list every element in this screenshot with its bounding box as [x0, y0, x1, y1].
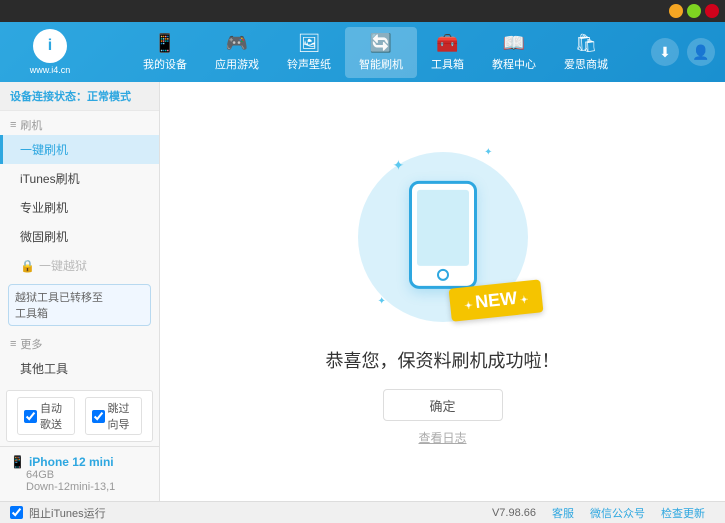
nav-smart-flash[interactable]: 🔄 智能刷机 — [345, 27, 417, 78]
phone-shape — [409, 181, 477, 289]
skip-wizard-checkbox[interactable]: 跳过向导 — [85, 397, 143, 435]
nav-ringtone-label: 铃声壁纸 — [287, 56, 331, 72]
phone-screen — [417, 190, 469, 266]
confirm-button[interactable]: 确定 — [383, 389, 503, 421]
itunes-flash-label: iTunes刷机 — [20, 170, 80, 187]
block-itunes-checkbox[interactable] — [10, 506, 23, 519]
device-name: 📱 iPhone 12 mini — [10, 455, 149, 469]
device-name-text: iPhone 12 mini — [29, 455, 114, 469]
jailbreak-notice: 越狱工具已转移至工具箱 — [8, 284, 151, 326]
jailbreak-notice-text: 越狱工具已转移至工具箱 — [15, 292, 103, 320]
sparkle-top-left: ✦ — [393, 157, 405, 174]
review-log-link[interactable]: 查看日志 — [418, 429, 466, 446]
more-section-label: 更多 — [20, 336, 42, 352]
flash-section-label: 刷机 — [20, 117, 42, 133]
sidebar: 设备连接状态：正常模式 ≡ 刷机 一键刷机 iTunes刷机 专业刷机 微固刷机 — [0, 82, 160, 501]
sidebar-item-pro-flash[interactable]: 专业刷机 — [0, 193, 159, 222]
device-status-label: 设备连接状态： — [10, 91, 87, 103]
sidebar-item-other-tools[interactable]: 其他工具 — [0, 354, 159, 383]
main-area: 设备连接状态：正常模式 ≡ 刷机 一键刷机 iTunes刷机 专业刷机 微固刷机 — [0, 82, 725, 501]
nav-my-device[interactable]: 📱 我的设备 — [129, 27, 201, 78]
nav-tutorial-label: 教程中心 — [492, 56, 536, 72]
user-button[interactable]: 👤 — [687, 38, 715, 66]
nav-my-device-label: 我的设备 — [143, 56, 187, 72]
download-button[interactable]: ⬇ — [651, 38, 679, 66]
skip-wizard-input[interactable] — [92, 410, 105, 423]
skip-wizard-label: 跳过向导 — [108, 400, 136, 432]
auto-deliver-label: 自动歌送 — [40, 400, 68, 432]
device-status: 设备连接状态：正常模式 — [0, 82, 159, 111]
nav-toolbox-label: 工具箱 — [431, 56, 464, 72]
block-itunes-label: 阻止iTunes运行 — [29, 505, 106, 521]
header-right-buttons: ⬇ 👤 — [651, 38, 715, 66]
app-game-icon: 🎮 — [226, 33, 248, 54]
nav-toolbox[interactable]: 🧰 工具箱 — [417, 27, 478, 78]
device-version: Down-12mini-13,1 — [10, 481, 149, 493]
sidebar-item-onekey-flash[interactable]: 一键刷机 — [0, 135, 159, 164]
minimize-button[interactable] — [669, 4, 683, 18]
success-illustration: ✦ ✦ ✦ ✦ NEW ✦ — [333, 137, 553, 337]
sparkle-top-right: ✦ — [484, 147, 492, 158]
section-more: ≡ 更多 — [0, 330, 159, 354]
toolbox-icon: 🧰 — [436, 33, 458, 54]
version-text: V7.98.66 — [492, 507, 536, 519]
smart-flash-icon: 🔄 — [370, 33, 392, 54]
sidebar-item-jailbreak: 🔒 一键越狱 — [0, 251, 159, 280]
jailbreak-label: 一键越狱 — [39, 257, 87, 274]
success-message: 恭喜您，保资料刷机成功啦！ — [326, 347, 560, 373]
nav-app-game-label: 应用游戏 — [215, 56, 259, 72]
pro-flash-label: 专业刷机 — [20, 199, 68, 216]
device-storage: 64GB — [10, 469, 149, 481]
main-content: ✦ ✦ ✦ ✦ NEW ✦ 恭喜您，保资料刷机成功啦！ 确定 查看日志 — [160, 82, 725, 501]
nav-tutorial[interactable]: 📖 教程中心 — [478, 27, 550, 78]
phone-home-button — [437, 269, 449, 281]
other-tools-label: 其他工具 — [20, 360, 68, 377]
sidebar-item-itunes-flash[interactable]: iTunes刷机 — [0, 164, 159, 193]
maximize-button[interactable] — [687, 4, 701, 18]
device-status-value: 正常模式 — [87, 91, 131, 103]
ringtone-icon: 🖼 — [298, 33, 321, 54]
onekey-flash-label: 一键刷机 — [20, 141, 68, 158]
service-link[interactable]: 客服 — [552, 505, 574, 521]
nav-smart-flash-label: 智能刷机 — [359, 56, 403, 72]
title-bar — [0, 0, 725, 22]
wechat-link[interactable]: 微信公众号 — [590, 505, 645, 521]
logo-icon: i — [33, 29, 67, 63]
more-section-icon: ≡ — [10, 338, 16, 350]
nav-shop-label: 爱思商城 — [564, 56, 608, 72]
checkbox-area: 自动歌送 跳过向导 — [6, 390, 153, 442]
logo-url: www.i4.cn — [30, 65, 71, 75]
auto-deliver-input[interactable] — [24, 410, 37, 423]
my-device-icon: 📱 — [154, 33, 176, 54]
flash-section-icon: ≡ — [10, 119, 16, 131]
nav-bar: 📱 我的设备 🎮 应用游戏 🖼 铃声壁纸 🔄 智能刷机 🧰 工具箱 📖 教程中心… — [100, 27, 651, 78]
sparkle-bottom-left: ✦ — [378, 296, 386, 307]
nav-shop[interactable]: 🛍 爱思商城 — [550, 27, 622, 78]
update-link[interactable]: 检查更新 — [661, 505, 705, 521]
status-bar: 阻止iTunes运行 V7.98.66 客服 微信公众号 检查更新 — [0, 501, 725, 523]
phone-container — [409, 181, 477, 289]
sidebar-item-micro-flash[interactable]: 微固刷机 — [0, 222, 159, 251]
auto-deliver-checkbox[interactable]: 自动歌送 — [17, 397, 75, 435]
tutorial-icon: 📖 — [503, 33, 525, 54]
device-info: 📱 iPhone 12 mini 64GB Down-12mini-13,1 — [0, 446, 159, 501]
nav-app-game[interactable]: 🎮 应用游戏 — [201, 27, 273, 78]
nav-ringtone[interactable]: 🖼 铃声壁纸 — [273, 27, 345, 78]
close-button[interactable] — [705, 4, 719, 18]
sidebar-item-download-firmware[interactable]: 下载固件 — [0, 383, 159, 386]
header: i www.i4.cn 📱 我的设备 🎮 应用游戏 🖼 铃声壁纸 🔄 智能刷机 … — [0, 22, 725, 82]
lock-icon: 🔒 — [20, 259, 35, 273]
section-flash: ≡ 刷机 — [0, 111, 159, 135]
device-phone-icon: 📱 — [10, 455, 25, 469]
statusbar-center: V7.98.66 客服 微信公众号 检查更新 — [170, 505, 715, 521]
statusbar-left: 阻止iTunes运行 — [10, 505, 170, 521]
micro-flash-label: 微固刷机 — [20, 228, 68, 245]
shop-icon: 🛍 — [575, 33, 598, 54]
logo-area[interactable]: i www.i4.cn — [10, 29, 90, 75]
